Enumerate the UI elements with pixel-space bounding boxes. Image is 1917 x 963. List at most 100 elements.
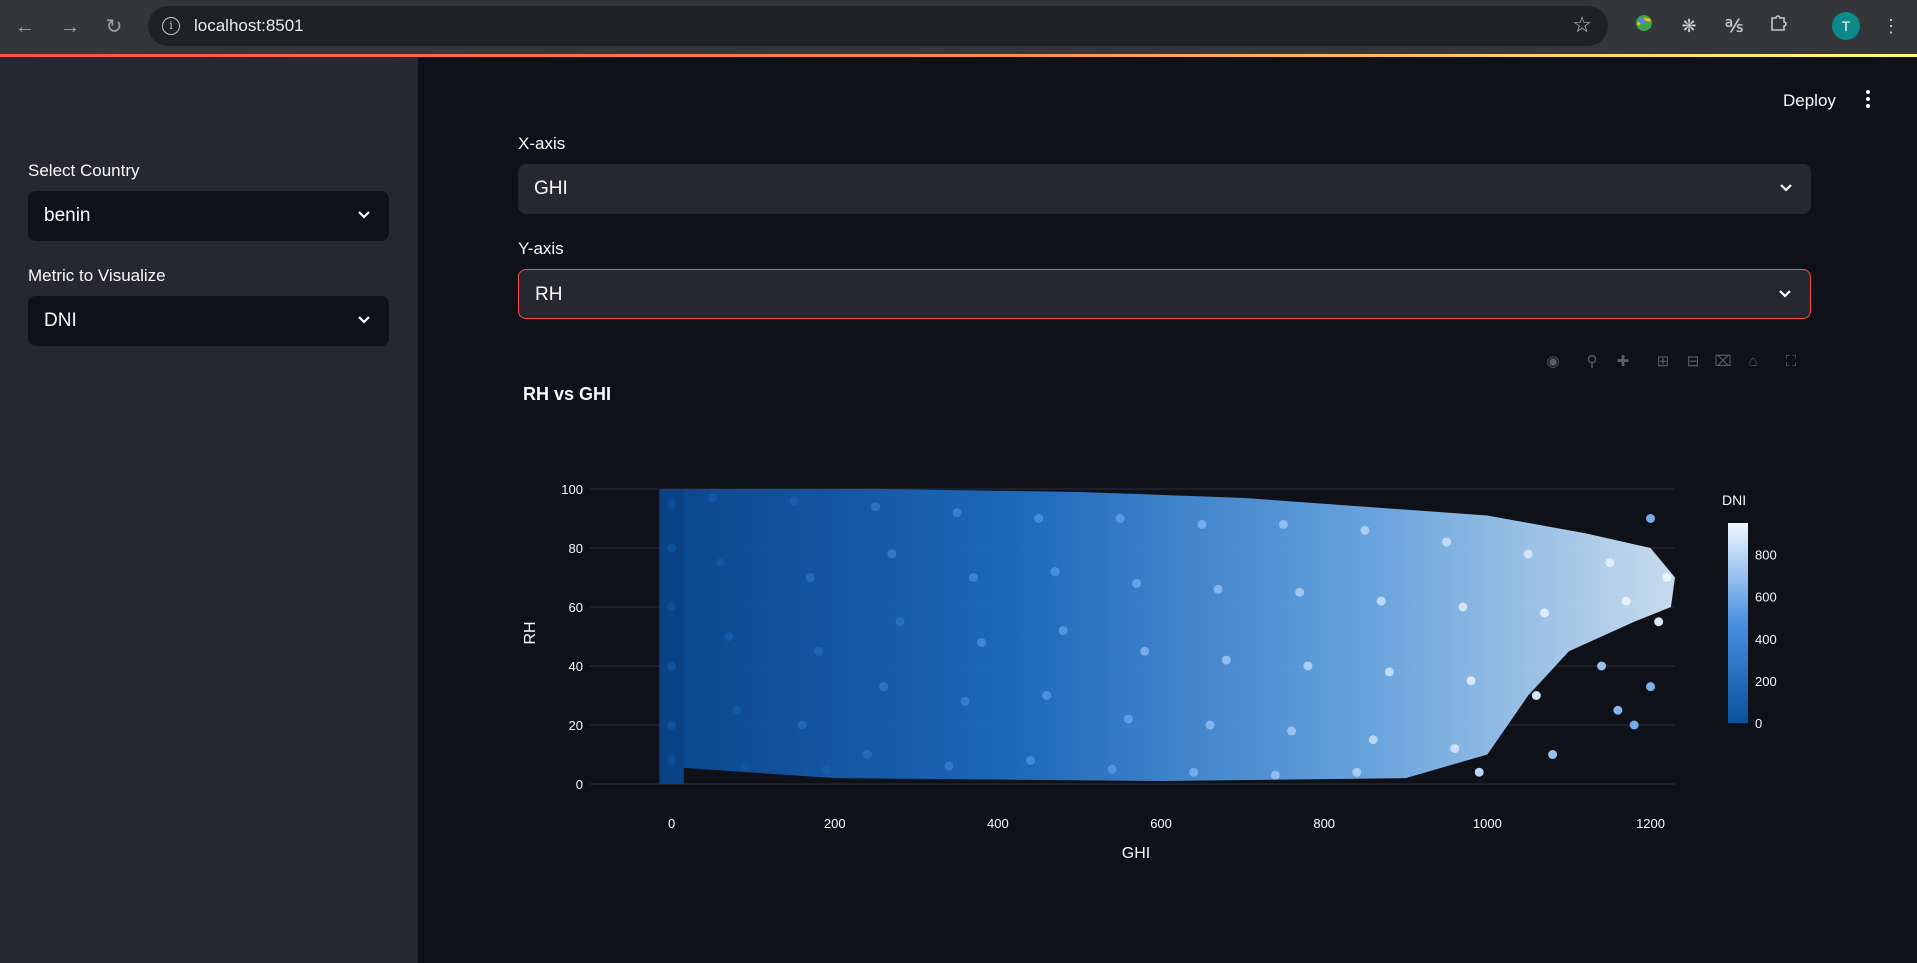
data-point bbox=[1115, 514, 1125, 523]
y-tick-label: 0 bbox=[576, 777, 583, 792]
metric-select[interactable]: DNI bbox=[28, 296, 389, 346]
data-point bbox=[1270, 770, 1280, 780]
data-point bbox=[1662, 573, 1672, 582]
extension-icon[interactable]: ℁ bbox=[1720, 12, 1748, 40]
data-point bbox=[716, 558, 726, 568]
zoom-out-icon[interactable]: ⊟ bbox=[1683, 352, 1703, 372]
data-point bbox=[1450, 744, 1460, 754]
data-point bbox=[667, 755, 677, 765]
menu-icon[interactable]: ⋮ bbox=[1877, 12, 1905, 40]
data-point bbox=[944, 761, 954, 771]
y-axis-ticks: 0 20 40 60 80 100 bbox=[561, 482, 583, 792]
colorbar-tick-label: 800 bbox=[1755, 548, 1777, 563]
y-axis-select[interactable]: RH bbox=[518, 269, 1811, 319]
colorbar-tick-label: 0 bbox=[1755, 716, 1762, 731]
puzzle-icon[interactable] bbox=[1765, 12, 1793, 40]
data-point bbox=[1458, 602, 1468, 612]
data-point bbox=[887, 549, 897, 559]
address-bar[interactable]: i localhost:8501 ☆ bbox=[148, 6, 1608, 46]
sidebar: Select Country benin Metric to Visualize… bbox=[0, 57, 418, 963]
star-icon[interactable]: ☆ bbox=[1572, 12, 1592, 38]
data-point bbox=[862, 750, 872, 759]
x-tick-label: 600 bbox=[1150, 816, 1172, 831]
data-point bbox=[1034, 514, 1044, 523]
x-axis-label: X-axis bbox=[518, 134, 566, 153]
data-point bbox=[1523, 549, 1533, 559]
colorbar-title: DNI bbox=[1722, 492, 1746, 508]
country-label: Select Country bbox=[28, 161, 140, 180]
data-point bbox=[805, 573, 815, 582]
data-point bbox=[1442, 537, 1452, 547]
data-point bbox=[1597, 661, 1607, 671]
x-tick-label: 800 bbox=[1313, 816, 1335, 831]
zoom-icon[interactable]: ⚲ bbox=[1582, 352, 1602, 372]
data-point bbox=[1042, 691, 1052, 700]
data-point bbox=[822, 764, 832, 774]
cloud-edge bbox=[659, 489, 684, 784]
metric-value: DNI bbox=[44, 310, 77, 331]
data-point bbox=[1646, 514, 1656, 523]
data-point bbox=[667, 543, 677, 553]
scatter-chart[interactable]: 0 200 400 600 800 1000 1200 0 20 40 60 80 100 GHI R… bbox=[510, 460, 1810, 880]
chart-title: RH vs GHI bbox=[523, 384, 612, 404]
home-icon[interactable]: ⌂ bbox=[1743, 352, 1763, 372]
y-tick-label: 20 bbox=[569, 718, 583, 733]
extension-icon[interactable] bbox=[1630, 12, 1658, 40]
fullscreen-icon[interactable]: ⛶ bbox=[1781, 352, 1801, 372]
data-point bbox=[977, 637, 987, 647]
chevron-down-icon bbox=[357, 191, 371, 241]
data-point bbox=[960, 696, 970, 706]
data-point bbox=[1654, 617, 1664, 627]
x-tick-label: 1000 bbox=[1473, 816, 1502, 831]
data-point bbox=[1197, 519, 1207, 529]
data-point bbox=[1189, 767, 1199, 777]
x-tick-label: 200 bbox=[824, 816, 846, 831]
y-tick-label: 40 bbox=[569, 659, 583, 674]
url-text[interactable]: localhost:8501 bbox=[194, 16, 304, 36]
zoom-in-icon[interactable]: ⊞ bbox=[1653, 352, 1673, 372]
y-axis-title: RH bbox=[522, 621, 539, 644]
data-point bbox=[1278, 519, 1288, 529]
data-point bbox=[1539, 608, 1549, 618]
data-point bbox=[1221, 655, 1231, 665]
bug-icon[interactable]: ❋ bbox=[1675, 12, 1703, 40]
colorbar: DNI 0 200 400 600 800 bbox=[1722, 492, 1777, 731]
data-point bbox=[879, 682, 889, 692]
autoscale-icon[interactable]: ⌧ bbox=[1713, 352, 1733, 372]
colorbar-gradient bbox=[1728, 523, 1748, 723]
pan-icon[interactable]: ✚ bbox=[1613, 352, 1633, 372]
x-tick-label: 1200 bbox=[1636, 816, 1665, 831]
deploy-button[interactable]: Deploy bbox=[1783, 91, 1836, 111]
data-point bbox=[1548, 750, 1558, 759]
reload-icon[interactable]: ↻ bbox=[101, 14, 127, 40]
data-point bbox=[1205, 720, 1215, 730]
data-point bbox=[1605, 558, 1615, 568]
data-point bbox=[667, 720, 677, 730]
back-arrow-icon[interactable]: ← bbox=[12, 14, 38, 40]
data-point bbox=[1613, 705, 1623, 715]
point-cloud bbox=[659, 489, 1675, 784]
colorbar-tick-label: 200 bbox=[1755, 674, 1777, 689]
data-point bbox=[667, 661, 677, 671]
browser-chrome: ← → ↻ i localhost:8501 ☆ ❋ ℁ T ⋮ bbox=[0, 0, 1917, 54]
data-point bbox=[797, 720, 807, 730]
data-point bbox=[667, 602, 677, 612]
data-point bbox=[1123, 714, 1133, 724]
y-axis-label: Y-axis bbox=[518, 239, 564, 258]
info-icon[interactable]: i bbox=[162, 17, 180, 35]
data-point bbox=[707, 493, 717, 503]
camera-icon[interactable]: ◉ bbox=[1543, 352, 1563, 372]
main-menu-icon[interactable] bbox=[1862, 88, 1874, 112]
data-point bbox=[1107, 764, 1117, 774]
data-point bbox=[1213, 584, 1223, 594]
forward-arrow-icon[interactable]: → bbox=[57, 14, 83, 40]
x-axis-select[interactable]: GHI bbox=[518, 164, 1811, 214]
data-point bbox=[1368, 735, 1378, 745]
data-point bbox=[1646, 682, 1656, 692]
data-point bbox=[1132, 578, 1142, 588]
x-axis-value: GHI bbox=[534, 178, 568, 199]
country-select[interactable]: benin bbox=[28, 191, 389, 241]
data-point bbox=[1531, 691, 1541, 700]
profile-avatar[interactable]: T bbox=[1832, 12, 1860, 40]
country-value: benin bbox=[44, 205, 91, 226]
